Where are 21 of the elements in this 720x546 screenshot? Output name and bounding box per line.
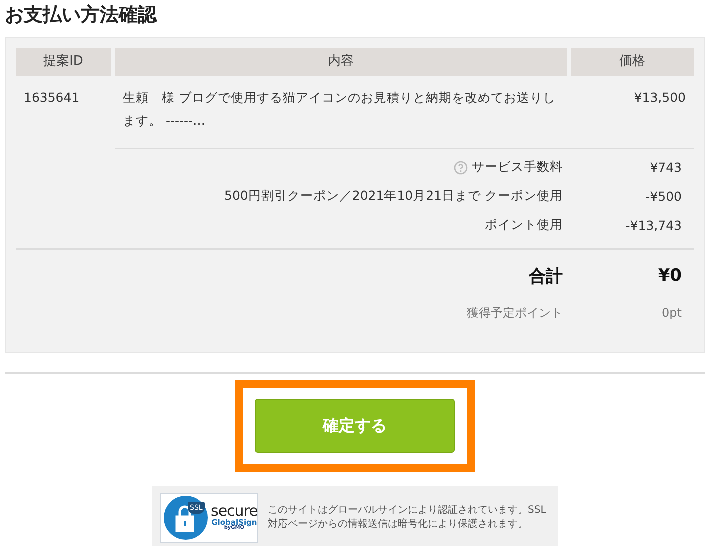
- table-cell-text: 1635641: [23, 89, 81, 107]
- table-cell-text: ¥13,500: [633, 89, 687, 107]
- charge-label: 500円割引クーポン／2021年10月21日まで クーポン使用: [224, 188, 563, 205]
- seal-description: このサイトはグローバルサインにより認証されています。SSL対応ページからの情報送信は暗号化により保護されます。: [268, 504, 548, 532]
- column-header: 内容: [115, 48, 567, 76]
- confirm-button[interactable]: 確定する: [255, 399, 455, 453]
- charge-value: -¥13,743: [624, 218, 683, 233]
- column-header: 価格: [571, 48, 694, 76]
- charge-value: ¥743: [649, 160, 683, 175]
- charge-value: -¥500: [644, 189, 683, 204]
- page-title: お支払い方法確認: [5, 3, 158, 28]
- charge-label: ポイント使用: [485, 217, 563, 234]
- help-icon[interactable]: [454, 160, 468, 174]
- charge-label: サービス手数料: [472, 159, 563, 176]
- total-label: 合計: [529, 266, 563, 288]
- points-label: 獲得予定ポイント: [467, 304, 563, 322]
- table-cell-text: 生頼 様 ブログで使用する猫アイコンのお見積りと納期を改めてお送りします。 ------…: [122, 89, 557, 130]
- logo-word: secure: [211, 504, 258, 519]
- points-value: 0pt: [661, 306, 683, 320]
- column-header: 提案ID: [16, 48, 111, 76]
- total-value: ¥0: [657, 266, 683, 286]
